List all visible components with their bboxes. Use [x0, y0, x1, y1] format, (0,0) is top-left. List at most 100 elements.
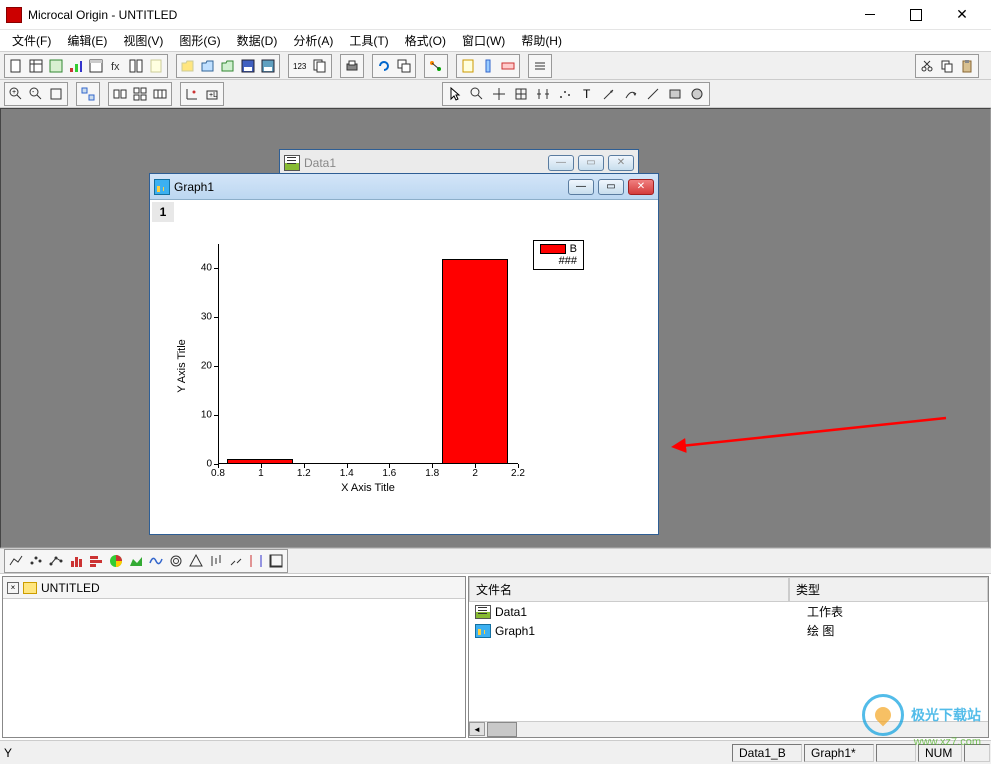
new-graph-icon[interactable]	[66, 56, 86, 76]
zoom-tool-icon[interactable]	[466, 84, 488, 104]
legend[interactable]: B ###	[533, 240, 584, 270]
double-y-icon[interactable]	[246, 551, 266, 571]
titlebar: Microcal Origin - UNTITLED ✕	[0, 0, 991, 30]
area-plot-icon[interactable]	[126, 551, 146, 571]
vector-plot-icon[interactable]	[226, 551, 246, 571]
new-project-icon[interactable]	[6, 56, 26, 76]
arrow-tool-icon[interactable]	[598, 84, 620, 104]
column-plot-icon[interactable]	[66, 551, 86, 571]
save-icon[interactable]	[238, 56, 258, 76]
menu-data[interactable]: 数据(D)	[229, 30, 286, 51]
graph1-close-button[interactable]: ✕	[628, 179, 654, 195]
new-matrix-icon[interactable]	[86, 56, 106, 76]
new-layout-icon[interactable]	[126, 56, 146, 76]
scroll-left-icon[interactable]: ◄	[469, 722, 485, 736]
import-multi-icon[interactable]	[310, 56, 330, 76]
menu-edit[interactable]: 编辑(E)	[59, 30, 115, 51]
column-header-name[interactable]: 文件名	[469, 577, 789, 602]
copy-icon[interactable]	[937, 56, 957, 76]
maximize-button[interactable]	[893, 1, 939, 29]
plot-area[interactable]: 0 10 20 30 40 0.8 1 1.2 1.4 1.6 1.8 2 2.…	[218, 244, 518, 464]
tb3-icon[interactable]	[498, 56, 518, 76]
add-layer-icon[interactable]: +L	[202, 84, 222, 104]
data-reader-icon[interactable]	[510, 84, 532, 104]
add-column-icon[interactable]	[478, 56, 498, 76]
minimize-button[interactable]	[847, 1, 893, 29]
new-function-icon[interactable]: fx	[106, 56, 126, 76]
line-tool-icon[interactable]	[642, 84, 664, 104]
line-plot-icon[interactable]	[6, 551, 26, 571]
data1-minimize-button[interactable]: —	[548, 155, 574, 171]
project-explorer[interactable]: × UNTITLED	[2, 576, 466, 738]
column-header-type[interactable]: 类型	[789, 577, 988, 602]
scroll-thumb[interactable]	[487, 722, 517, 737]
menu-graph[interactable]: 图形(G)	[171, 30, 228, 51]
circle-tool-icon[interactable]	[686, 84, 708, 104]
open-icon[interactable]	[178, 56, 198, 76]
y-axis-title[interactable]: Y Axis Title	[176, 339, 188, 393]
annotation-arrow	[671, 414, 951, 454]
draw-data-icon[interactable]	[554, 84, 576, 104]
menu-tools[interactable]: 工具(T)	[341, 30, 396, 51]
zoom-out-icon[interactable]: -	[26, 84, 46, 104]
graph1-minimize-button[interactable]: —	[568, 179, 594, 195]
scatter-plot-icon[interactable]	[26, 551, 46, 571]
open-template-icon[interactable]	[198, 56, 218, 76]
pointer-icon[interactable]	[444, 84, 466, 104]
open-excel-icon[interactable]	[218, 56, 238, 76]
graph1-window[interactable]: Graph1 — ▭ ✕ 1 B ### Y Axis Title 0 10	[149, 173, 659, 535]
close-button[interactable]: ✕	[939, 1, 985, 29]
data-selector-icon[interactable]	[532, 84, 554, 104]
new-worksheet-icon[interactable]	[26, 56, 46, 76]
new-excel-icon[interactable]	[46, 56, 66, 76]
merge-icon[interactable]	[110, 84, 130, 104]
new-notes-icon[interactable]	[146, 56, 166, 76]
pie-plot-icon[interactable]	[106, 551, 126, 571]
template-plot-icon[interactable]	[266, 551, 286, 571]
polar-plot-icon[interactable]	[166, 551, 186, 571]
hilo-plot-icon[interactable]	[206, 551, 226, 571]
screen-reader-icon[interactable]	[488, 84, 510, 104]
ternary-plot-icon[interactable]	[186, 551, 206, 571]
project-close-icon[interactable]: ×	[7, 582, 19, 594]
menu-format[interactable]: 格式(O)	[397, 30, 454, 51]
bar-plot-icon[interactable]	[86, 551, 106, 571]
column-calc-icon[interactable]	[458, 56, 478, 76]
data1-close-button[interactable]: ✕	[608, 155, 634, 171]
bar-1[interactable]	[227, 459, 293, 464]
cut-icon[interactable]	[917, 56, 937, 76]
layer-button[interactable]: 1	[152, 202, 174, 222]
menu-help[interactable]: 帮助(H)	[513, 30, 570, 51]
arrange-h-icon[interactable]	[150, 84, 170, 104]
menu-analysis[interactable]: 分析(A)	[285, 30, 341, 51]
data1-maximize-button[interactable]: ▭	[578, 155, 604, 171]
rescale-icon[interactable]	[46, 84, 66, 104]
import-ascii-icon[interactable]: 123	[290, 56, 310, 76]
layer-extract-icon[interactable]	[78, 84, 98, 104]
add-axes-icon[interactable]	[182, 84, 202, 104]
rect-tool-icon[interactable]	[664, 84, 686, 104]
spline-plot-icon[interactable]	[146, 551, 166, 571]
paste-icon[interactable]	[957, 56, 977, 76]
duplicate-icon[interactable]	[394, 56, 414, 76]
curved-arrow-icon[interactable]	[620, 84, 642, 104]
list-item[interactable]: Data1 工作表	[469, 602, 988, 621]
text-tool-icon[interactable]: T	[576, 84, 598, 104]
graph1-maximize-button[interactable]: ▭	[598, 179, 624, 195]
print-icon[interactable]	[342, 56, 362, 76]
menu-file[interactable]: 文件(F)	[4, 30, 59, 51]
list-item[interactable]: Graph1 绘 图	[469, 621, 988, 640]
menu-window[interactable]: 窗口(W)	[454, 30, 513, 51]
graph-canvas[interactable]: 1 B ### Y Axis Title 0 10 20 30 40 0.8 1	[150, 200, 658, 532]
results-log-icon[interactable]	[426, 56, 446, 76]
x-axis-title[interactable]: X Axis Title	[341, 482, 395, 494]
bar-2[interactable]	[442, 259, 508, 464]
refresh-icon[interactable]	[374, 56, 394, 76]
arrange-4-icon[interactable]	[130, 84, 150, 104]
save-template-icon[interactable]	[258, 56, 278, 76]
menu-view[interactable]: 视图(V)	[115, 30, 171, 51]
line-scatter-icon[interactable]	[46, 551, 66, 571]
project-root-label[interactable]: UNTITLED	[41, 581, 100, 595]
zoom-in-icon[interactable]: +	[6, 84, 26, 104]
tb4-icon[interactable]	[530, 56, 550, 76]
